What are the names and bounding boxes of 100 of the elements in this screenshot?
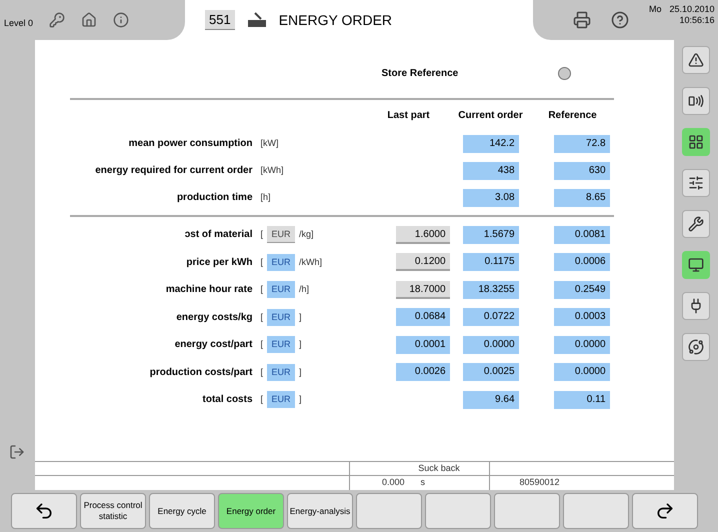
warning-icon (688, 52, 704, 68)
currency-button[interactable]: EUR (267, 308, 296, 326)
printer-icon[interactable] (573, 11, 591, 29)
warning-button[interactable] (682, 46, 710, 74)
page-title: ENERGY ORDER (278, 10, 392, 30)
status-value: 0.000 (380, 476, 405, 489)
weekday: Mo (649, 4, 662, 16)
bracket: [ (260, 338, 264, 351)
panel-button[interactable] (682, 169, 710, 197)
row-label: energy costs/kg (175, 310, 253, 325)
monitor-icon (688, 257, 704, 273)
unit-label: [kW] (260, 136, 280, 150)
tool-button[interactable] (682, 210, 710, 238)
forward-button[interactable] (632, 493, 698, 529)
input-field[interactable]: 1.6000 (396, 226, 450, 244)
swirl-icon (688, 339, 704, 355)
plug-button[interactable] (682, 292, 710, 320)
value-cell: 0.0000 (554, 363, 610, 382)
row-label: energy cost/part (174, 338, 253, 352)
column-header: Current order (457, 108, 524, 122)
value-cell: 0.11 (554, 390, 610, 409)
unit-label: [h] (260, 190, 272, 204)
value-cell: 0.0003 (554, 308, 610, 326)
value-cell: 18.3255 (462, 280, 519, 299)
status-lamp[interactable] (558, 66, 572, 80)
value-cell: 0.0000 (462, 336, 519, 354)
value-cell: 0.0722 (462, 308, 519, 326)
unit-suffix: ] (299, 310, 302, 324)
column-header: Last part (386, 108, 431, 122)
bracket: [ (260, 283, 264, 296)
bracket: [ (260, 366, 264, 379)
date: 25.10.2010 (670, 4, 715, 16)
home-icon[interactable] (81, 12, 98, 28)
forward-arrow-icon (655, 501, 675, 521)
row-label: production time (176, 191, 253, 205)
store-reference-label: Store Reference (382, 66, 458, 80)
value-cell: 0.2549 (554, 280, 610, 299)
row-label: mean power consumption (128, 137, 253, 151)
softkey[interactable]: Energy-analysis (287, 493, 353, 529)
value-cell: 0.0081 (554, 226, 610, 244)
currency-button[interactable]: EUR (267, 336, 296, 354)
unit-suffix: ] (299, 338, 302, 351)
value-cell: 0.0000 (554, 336, 610, 354)
machine-icon (246, 12, 267, 28)
input-field[interactable]: 0.1200 (396, 253, 450, 272)
input-field[interactable]: 18.7000 (396, 280, 450, 299)
currency-button[interactable]: EUR (267, 281, 296, 298)
bracket: [ (260, 393, 264, 406)
unit-suffix: /h] (299, 283, 310, 296)
unit-suffix: ] (299, 393, 302, 406)
bracket: [ (260, 310, 264, 324)
level-label: Level 0 (4, 17, 34, 30)
currency-button[interactable]: EUR (267, 254, 296, 271)
softkey[interactable]: Process control statistic (80, 493, 146, 529)
value-cell: 0.0684 (396, 308, 450, 326)
key-icon[interactable] (49, 12, 66, 28)
value-cell: 0.0025 (462, 363, 519, 382)
value-cell: 0.0001 (396, 336, 450, 354)
grid-icon (688, 134, 704, 150)
row-label: machine hour rate (164, 283, 253, 298)
machine-number: 551 (205, 10, 235, 30)
unit-suffix: /kWh] (299, 256, 322, 269)
value-cell: 9.64 (462, 390, 519, 409)
value-cell: 0.1175 (462, 253, 519, 272)
info-icon[interactable] (113, 12, 130, 28)
tool-icon (688, 216, 704, 232)
row-label: ɔst of material (184, 228, 253, 242)
value-cell: 0.0006 (554, 253, 610, 272)
swirl-button[interactable] (682, 333, 710, 361)
row-label: total costs (202, 393, 253, 408)
status-unit: s (420, 476, 426, 489)
back-arrow-icon (34, 501, 54, 521)
column-header: Reference (547, 108, 598, 122)
value-cell: 142.2 (462, 134, 519, 152)
value-cell: 3.08 (462, 188, 519, 206)
exit-icon[interactable] (9, 444, 26, 460)
card-button[interactable] (682, 87, 710, 115)
bracket: [ (260, 228, 264, 241)
softkey[interactable]: Energy cycle (149, 493, 215, 529)
monitor-button[interactable] (682, 251, 710, 279)
unit-suffix: ] (299, 366, 302, 379)
value-cell: 0.0026 (396, 363, 450, 382)
grid-button[interactable] (682, 128, 710, 156)
currency-button[interactable]: EUR (267, 226, 296, 244)
value-cell: 1.5679 (462, 226, 519, 244)
row-label: price per kWh (185, 256, 253, 270)
help-icon[interactable] (611, 11, 629, 29)
bracket: [ (260, 256, 264, 269)
value-cell: 8.65 (554, 188, 610, 206)
value-cell: 438 (462, 162, 519, 180)
currency-button[interactable]: EUR (267, 391, 296, 408)
value-cell: 72.8 (554, 134, 610, 152)
unit-suffix: /kg] (299, 228, 314, 241)
currency-button[interactable]: EUR (267, 364, 296, 381)
status-header: Suck back (418, 462, 460, 475)
back-button[interactable] (11, 493, 77, 529)
softkey[interactable]: Energy order (218, 493, 284, 529)
time: 10:56:16 (680, 15, 715, 26)
row-label: production costs/part (148, 366, 253, 380)
value-cell: 630 (554, 162, 610, 180)
